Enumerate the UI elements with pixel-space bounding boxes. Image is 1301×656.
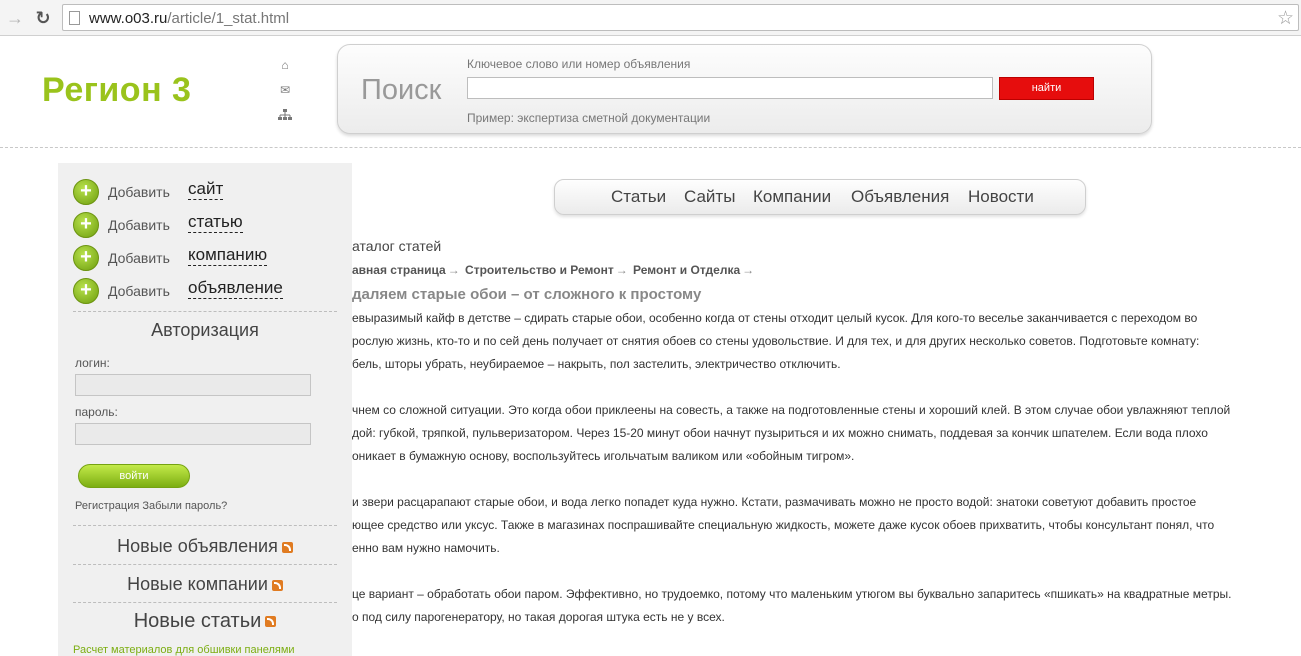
article-line: бель, шторы убрать, неубираемое – накрыт… bbox=[352, 357, 841, 371]
url-host: www.o03.ru bbox=[89, 10, 168, 27]
browser-toolbar: → ↻ www.o03.ru/article/1_stat.html ☆ bbox=[0, 0, 1301, 36]
password-field[interactable] bbox=[75, 423, 311, 445]
password-label: пароль: bbox=[75, 405, 118, 419]
new-ads-label[interactable]: Новые объявления bbox=[117, 536, 278, 556]
bookmark-star-icon[interactable]: ☆ bbox=[1277, 7, 1294, 30]
menu-item-ads[interactable]: Объявления bbox=[851, 187, 949, 207]
login-button[interactable]: войти bbox=[78, 464, 190, 488]
rss-icon[interactable] bbox=[271, 579, 283, 591]
search-panel: Поиск Ключевое слово или номер объявлени… bbox=[337, 44, 1152, 134]
plus-icon[interactable]: + bbox=[73, 212, 99, 238]
sidebar-divider bbox=[73, 602, 337, 603]
add-ad-link[interactable]: объявление bbox=[188, 278, 283, 299]
sidebar-divider bbox=[73, 525, 337, 526]
article-line: ющее средство или уксус. Также в магазин… bbox=[352, 518, 1215, 532]
menu-item-news[interactable]: Новости bbox=[968, 187, 1034, 207]
new-companies-label[interactable]: Новые компании bbox=[127, 574, 268, 594]
breadcrumb: авная страница → Строительство и Ремонт → … bbox=[352, 263, 756, 277]
plus-icon[interactable]: + bbox=[73, 278, 99, 304]
article-line: рослую жизнь, кто-то и по сей день получ… bbox=[352, 334, 1200, 348]
reload-icon[interactable]: ↻ bbox=[32, 7, 54, 29]
mail-icon[interactable]: ✉ bbox=[278, 83, 292, 97]
add-label: Добавить bbox=[108, 283, 170, 299]
auth-title: Авторизация bbox=[151, 320, 259, 340]
article-line: о под силу парогенератору, но такая доро… bbox=[352, 610, 725, 624]
search-title: Поиск bbox=[361, 74, 442, 106]
sitemap-icon[interactable] bbox=[278, 109, 292, 123]
new-ads-heading[interactable]: Новые объявления bbox=[58, 536, 352, 557]
plus-icon[interactable]: + bbox=[73, 245, 99, 271]
sidebar-divider bbox=[73, 564, 337, 565]
address-bar[interactable]: www.o03.ru/article/1_stat.html ☆ bbox=[62, 4, 1299, 31]
main-menu: Статьи Сайты Компании Объявления Новости bbox=[554, 179, 1086, 215]
sidebar-divider bbox=[73, 311, 337, 312]
menu-item-articles[interactable]: Статьи bbox=[611, 187, 666, 207]
rss-icon[interactable] bbox=[281, 541, 293, 553]
url-text[interactable]: www.o03.ru/article/1_stat.html bbox=[89, 10, 289, 27]
article-line: и звери расцарапают старые обои, и вода … bbox=[352, 495, 1197, 509]
materials-calc-link[interactable]: Расчет материалов для обшивки панелями bbox=[73, 644, 295, 656]
site-logo[interactable]: Регион 3 bbox=[42, 71, 191, 110]
article-line: це вариант – обработать обои паром. Эффе… bbox=[352, 587, 1232, 601]
new-articles-label[interactable]: Новые статьи bbox=[134, 610, 262, 632]
register-link[interactable]: Регистрация bbox=[75, 500, 139, 512]
breadcrumb-arrow-icon: → bbox=[447, 263, 460, 277]
sidebar: + Добавить сайт + Добавить статью + Доба… bbox=[58, 163, 352, 656]
add-company-link[interactable]: компанию bbox=[188, 245, 268, 266]
breadcrumb-arrow-icon: → bbox=[615, 263, 628, 277]
search-example: Пример: экспертиза сметной документации bbox=[467, 111, 711, 125]
breadcrumb-renovation[interactable]: Ремонт и Отделка bbox=[633, 263, 740, 277]
page-icon bbox=[69, 11, 80, 25]
section-title: аталог статей bbox=[352, 238, 442, 254]
add-label: Добавить bbox=[108, 250, 170, 266]
add-article-link[interactable]: статью bbox=[188, 212, 243, 233]
home-icon[interactable]: ⌂ bbox=[278, 58, 292, 72]
url-path: /article/1_stat.html bbox=[167, 10, 290, 27]
add-site-link[interactable]: сайт bbox=[188, 179, 224, 200]
add-label: Добавить bbox=[108, 217, 170, 233]
search-button[interactable]: найти bbox=[999, 77, 1094, 100]
search-hint: Ключевое слово или номер объявления bbox=[467, 57, 691, 71]
header-divider bbox=[0, 147, 1301, 148]
article-line: чнем со сложной ситуации. Это когда обои… bbox=[352, 403, 1231, 417]
menu-item-companies[interactable]: Компании bbox=[753, 187, 831, 207]
add-label: Добавить bbox=[108, 184, 170, 200]
article-line: дой: губкой, тряпкой, пульверизатором. Ч… bbox=[352, 426, 1208, 440]
search-input[interactable] bbox=[467, 77, 993, 99]
new-articles-heading[interactable]: Новые статьи bbox=[58, 610, 352, 633]
breadcrumb-home[interactable]: авная страница bbox=[352, 263, 446, 277]
login-label: логин: bbox=[75, 356, 110, 370]
rss-icon[interactable] bbox=[265, 616, 277, 628]
breadcrumb-arrow-icon: → bbox=[742, 263, 755, 277]
back-arrow-icon[interactable]: → bbox=[4, 7, 26, 29]
breadcrumb-construction[interactable]: Строительство и Ремонт bbox=[465, 263, 614, 277]
plus-icon[interactable]: + bbox=[73, 179, 99, 205]
article-line: евыразимый кайф в детстве – сдирать стар… bbox=[352, 311, 1198, 325]
article-line: енно вам нужно намочить. bbox=[352, 541, 500, 555]
auth-links: Регистрация Забыли пароль? bbox=[75, 500, 227, 512]
menu-item-sites[interactable]: Сайты bbox=[684, 187, 735, 207]
new-companies-heading[interactable]: Новые компании bbox=[58, 574, 352, 595]
article-line: оникает в бумажную основу, воспользуйтес… bbox=[352, 449, 855, 463]
article-title: даляем старые обои – от сложного к прост… bbox=[352, 286, 702, 303]
login-field[interactable] bbox=[75, 374, 311, 396]
forgot-password-link[interactable]: Забыли пароль? bbox=[142, 500, 227, 512]
